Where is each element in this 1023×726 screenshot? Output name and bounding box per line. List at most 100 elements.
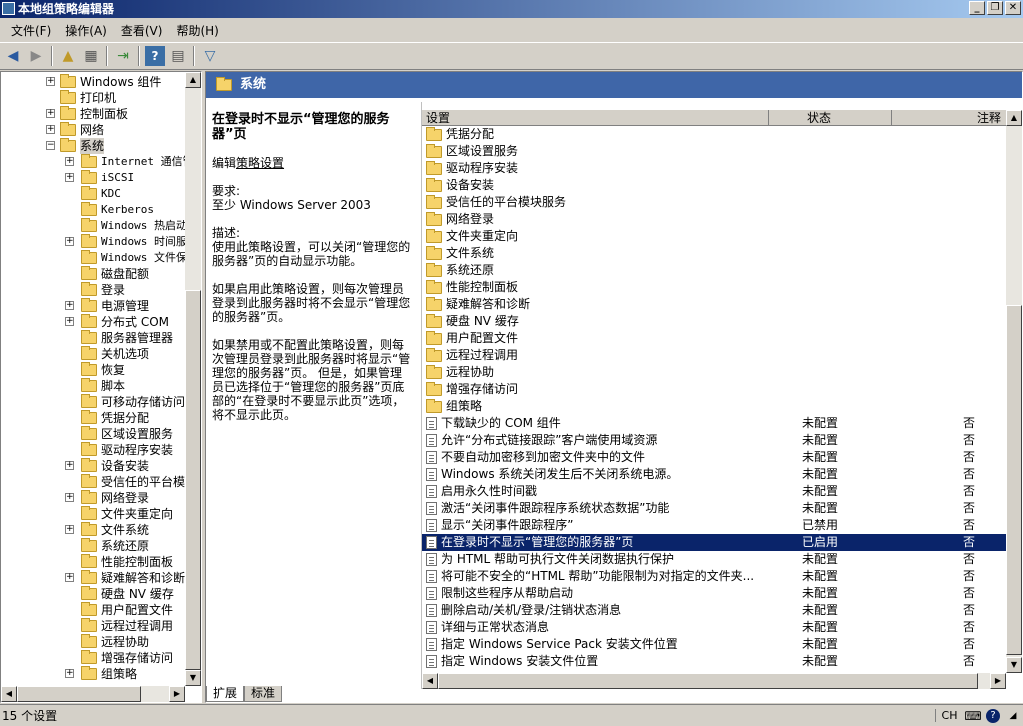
tree-item[interactable]: 文件夹重定向 (81, 506, 173, 522)
scroll-thumb[interactable] (185, 290, 201, 670)
tab-standard[interactable]: 标准 (244, 686, 283, 702)
tree-item[interactable]: Kerberos (81, 202, 154, 218)
list-policy-row[interactable]: 详细与正常状态消息 未配置 否 (422, 619, 1006, 636)
list-folder-row[interactable]: 增强存储访问 (422, 381, 1006, 398)
list-folder-row[interactable]: 凭据分配 (422, 126, 1006, 143)
properties-icon[interactable]: ▤ (168, 46, 188, 66)
forward-icon[interactable]: ▶ (26, 46, 46, 66)
scroll-up-button[interactable]: ▲ (1006, 110, 1022, 126)
list-policy-row[interactable]: 启用永久性时间戳 未配置 否 (422, 483, 1006, 500)
expand-icon[interactable]: + (46, 109, 55, 118)
tree-item[interactable]: 受信任的平台模 (81, 474, 185, 490)
list-folder-row[interactable]: 文件系统 (422, 245, 1006, 262)
language-indicator[interactable]: CH (935, 709, 963, 722)
close-button[interactable]: ✕ (1005, 1, 1021, 15)
list-policy-row[interactable]: 删除启动/关机/登录/注销状态消息 未配置 否 (422, 602, 1006, 619)
tree-item[interactable]: 关机选项 (81, 346, 149, 362)
keyboard-icon[interactable]: ⌨ (963, 707, 983, 725)
tree-item[interactable]: + 网络 (46, 122, 104, 138)
title-bar[interactable]: 本地组策略编辑器 _ ❐ ✕ (0, 0, 1023, 18)
tree-item[interactable]: 脚本 (81, 378, 125, 394)
tree-item[interactable]: 磁盘配额 (81, 266, 149, 282)
scroll-thumb[interactable] (438, 673, 978, 689)
scroll-left-button[interactable]: ◀ (422, 673, 438, 689)
tree-item[interactable]: + Internet 通信管 (65, 154, 186, 170)
tree-item[interactable]: + 设备安装 (65, 458, 149, 474)
tree-item[interactable]: 驱动程序安装 (81, 442, 173, 458)
tree-item[interactable]: + 控制面板 (46, 106, 128, 122)
tree-item[interactable]: + 组策略 (65, 666, 137, 682)
column-state[interactable]: 状态 (769, 110, 892, 126)
tab-extended[interactable]: 扩展 (206, 686, 245, 702)
tree-vertical-scrollbar[interactable]: ▲ ▼ (185, 72, 201, 686)
expand-icon[interactable]: + (65, 461, 74, 470)
tree-item[interactable]: + 疑难解答和诊断 (65, 570, 185, 586)
list-policy-row[interactable]: 激活“关闭事件跟踪程序系统状态数据”功能 未配置 否 (422, 500, 1006, 517)
tree-item[interactable]: 增强存储访问 (81, 650, 173, 666)
list-folder-row[interactable]: 文件夹重定向 (422, 228, 1006, 245)
list-folder-row[interactable]: 性能控制面板 (422, 279, 1006, 296)
menu-action[interactable]: 操作(A) (58, 22, 114, 39)
list-policy-row[interactable]: 不要自动加密移到加密文件夹中的文件 未配置 否 (422, 449, 1006, 466)
tree-item[interactable]: 可移动存储访问 (81, 394, 185, 410)
expand-icon[interactable]: + (46, 125, 55, 134)
list-policy-row[interactable]: 为 HTML 帮助可执行文件关闭数据执行保护 未配置 否 (422, 551, 1006, 568)
filter-icon[interactable]: ▽ (200, 46, 220, 66)
tree-item[interactable]: + Windows 时间服 (65, 234, 186, 250)
tree-item[interactable]: 区域设置服务 (81, 426, 173, 442)
expand-icon[interactable]: + (65, 493, 74, 502)
list-folder-row[interactable]: 系统还原 (422, 262, 1006, 279)
help-icon[interactable]: ? (983, 707, 1003, 725)
collapse-icon[interactable]: − (46, 141, 55, 150)
list-folder-row[interactable]: 远程协助 (422, 364, 1006, 381)
tree-item[interactable]: 系统还原 (81, 538, 149, 554)
list-folder-row[interactable]: 远程过程调用 (422, 347, 1006, 364)
restore-button[interactable]: ❐ (987, 1, 1003, 15)
list-policy-row[interactable]: 允许“分布式链接跟踪”客户端使用域资源 未配置 否 (422, 432, 1006, 449)
tree-item[interactable]: 用户配置文件 (81, 602, 173, 618)
list-horizontal-scrollbar[interactable]: ◀ ▶ (422, 673, 1006, 689)
column-setting[interactable]: 设置 (422, 110, 769, 126)
list-policy-row[interactable]: 限制这些程序从帮助启动 未配置 否 (422, 585, 1006, 602)
tree-item[interactable]: 凭据分配 (81, 410, 149, 426)
tree-item[interactable]: 登录 (81, 282, 125, 298)
export-list-icon[interactable]: ⇥ (113, 46, 133, 66)
expand-icon[interactable]: + (65, 301, 74, 310)
tree-item[interactable]: 恢复 (81, 362, 125, 378)
tree-item[interactable]: 打印机 (60, 90, 116, 106)
list-policy-row[interactable]: 指定 Windows 安装文件位置 未配置 否 (422, 653, 1006, 670)
tree-item[interactable]: 远程过程调用 (81, 618, 173, 634)
tree-item[interactable]: + 文件系统 (65, 522, 149, 538)
list-policy-row[interactable]: 指定 Windows Service Pack 安装文件位置 未配置 否 (422, 636, 1006, 653)
tree-item[interactable]: 性能控制面板 (81, 554, 173, 570)
help-icon[interactable]: ? (145, 46, 165, 66)
back-icon[interactable]: ◀ (3, 46, 23, 66)
tree-item[interactable]: 硬盘 NV 缓存 (81, 586, 174, 602)
tree-item[interactable]: − 系统 (46, 138, 105, 154)
expand-icon[interactable]: + (65, 669, 74, 678)
tree-item[interactable]: KDC (81, 186, 121, 202)
scroll-down-button[interactable]: ▼ (1006, 657, 1022, 673)
expand-icon[interactable]: + (65, 573, 74, 582)
list-policy-row[interactable]: 在登录时不显示“管理您的服务器”页 已启用 否 (422, 534, 1006, 551)
scroll-thumb[interactable] (17, 686, 141, 702)
list-folder-row[interactable]: 驱动程序安装 (422, 160, 1006, 177)
expand-icon[interactable]: + (65, 157, 74, 166)
scroll-left-button[interactable]: ◀ (1, 686, 17, 702)
menu-help[interactable]: 帮助(H) (169, 22, 225, 39)
tree-horizontal-scrollbar[interactable]: ◀ ▶ (1, 686, 185, 702)
expand-icon[interactable]: + (65, 237, 74, 246)
scroll-right-button[interactable]: ▶ (169, 686, 185, 702)
minimize-button[interactable]: _ (969, 1, 985, 15)
menu-file[interactable]: 文件(F) (4, 22, 58, 39)
up-folder-icon[interactable]: ▲ (58, 46, 78, 66)
tree-item[interactable]: 服务器管理器 (81, 330, 173, 346)
expand-icon[interactable]: + (65, 317, 74, 326)
tree-item[interactable]: + 网络登录 (65, 490, 149, 506)
scroll-right-button[interactable]: ▶ (990, 673, 1006, 689)
column-comment[interactable]: 注释 (892, 110, 1006, 126)
list-folder-row[interactable]: 受信任的平台模块服务 (422, 194, 1006, 211)
tree-item[interactable]: + iSCSI (65, 170, 134, 186)
list-folder-row[interactable]: 设备安装 (422, 177, 1006, 194)
expand-icon[interactable]: + (65, 173, 74, 182)
